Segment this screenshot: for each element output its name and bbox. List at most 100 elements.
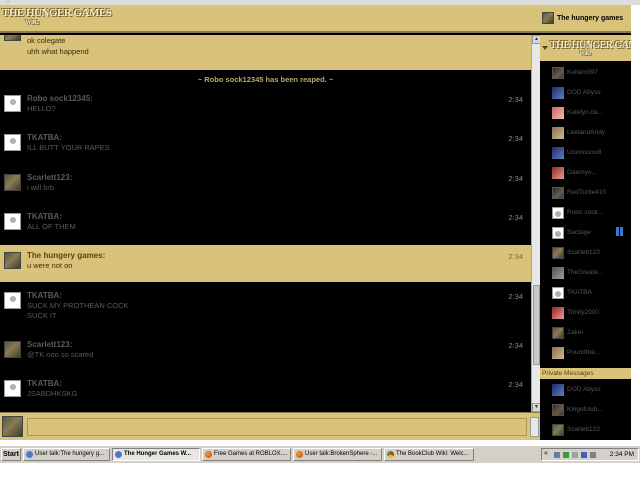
sidebar-user-name: Scarlett123 <box>567 249 600 256</box>
message-timestamp: 2:34 <box>508 213 523 222</box>
chat-input[interactable] <box>27 418 527 436</box>
tray-expand-icon[interactable]: « <box>544 450 548 457</box>
user-avatar[interactable] <box>4 380 21 397</box>
self-avatar <box>2 416 23 437</box>
message-author[interactable]: Scarlett123: <box>27 340 72 349</box>
update-icon[interactable] <box>581 452 587 458</box>
user-avatar[interactable] <box>4 252 21 269</box>
message-text: uhh what happend <box>27 47 89 56</box>
collapse-triangle-icon[interactable] <box>542 46 548 50</box>
private-message-user[interactable]: Kingofclub... <box>552 404 631 418</box>
sidebar-user[interactable]: Zakei <box>552 327 631 341</box>
system-tray: « 2:34 PM <box>541 448 639 461</box>
private-messages-header[interactable]: Private Messages <box>540 368 631 379</box>
chat-header: THE HUNGER GAMES WIKI The hungery games <box>0 5 631 33</box>
volume-icon[interactable] <box>572 452 578 458</box>
user-avatar[interactable] <box>4 341 21 358</box>
sidebar-header[interactable]: THE HUNGER GAMES WIKI <box>540 35 631 61</box>
message-author[interactable]: TKATBA: <box>27 133 62 142</box>
message-timestamp: 2:34 <box>508 341 523 350</box>
status-bar-icon <box>616 227 619 236</box>
user-list-sidebar: THE HUNGER GAMES WIKI Kellam097 DOD Abyss… <box>540 35 631 440</box>
message-author[interactable]: TKATBA: <box>27 379 62 388</box>
chat-message: Robo sock12345: HELLO? 2:34 <box>0 88 531 126</box>
user-avatar[interactable] <box>4 213 21 230</box>
input-scrollbar[interactable] <box>530 417 539 437</box>
current-user[interactable]: The hungery games <box>542 12 623 24</box>
sidebar-user[interactable]: RedTurtle410 <box>552 187 631 201</box>
message-author[interactable]: Robo sock12345: <box>27 94 93 103</box>
message-author[interactable]: TKATBA: <box>27 291 62 300</box>
ie-icon <box>115 451 122 458</box>
device-icon[interactable] <box>590 452 596 458</box>
message-author[interactable]: TKATBA: <box>27 212 62 221</box>
chat-message: The hungery games: u were not on 2:34 <box>0 245 531 282</box>
message-timestamp: 2:34 <box>508 292 523 301</box>
user-avatar <box>552 307 564 319</box>
wiki-logo-title: THE HUNGER GAMES <box>2 7 112 19</box>
message-text: ALL OF THEM <box>27 222 76 231</box>
message-timestamp: 2:34 <box>508 380 523 389</box>
user-avatar <box>552 424 564 436</box>
user-avatar[interactable] <box>4 292 21 309</box>
message-text: JSABDHKSKG <box>27 389 78 398</box>
wiki-logo[interactable]: THE HUNGER GAMES WIKI <box>2 7 112 28</box>
sidebar-user[interactable]: Kellam097 <box>552 67 631 81</box>
sidebar-user-name: Sactage <box>567 229 591 236</box>
clock[interactable]: 2:34 PM <box>610 451 634 458</box>
start-button[interactable]: Start <box>1 448 21 461</box>
message-text: ILL BUTT YOUR RAPES <box>27 143 110 152</box>
private-user-name: Scarlett123 <box>567 426 600 433</box>
sidebar-user-name: Kellam097 <box>567 69 598 76</box>
taskbar-item[interactable]: Free Games at ROBLOX.... <box>202 448 291 461</box>
message-author[interactable]: Scarlett123: <box>27 173 72 182</box>
sidebar-user[interactable]: TheGreate... <box>552 267 631 281</box>
sidebar-user-name: LeelandAndy <box>567 129 605 136</box>
wiki-logo-subtitle: WIKI <box>25 20 39 26</box>
message-text: SUCK MY PROTHEAN COCK <box>27 301 129 310</box>
user-avatar[interactable] <box>4 174 21 191</box>
taskbar-item[interactable]: User talk:The hungery g... <box>23 448 110 461</box>
user-avatar[interactable] <box>4 95 21 112</box>
user-avatar <box>552 227 564 239</box>
chat-message: Scarlett123: @TK ooo so scared 2:34 <box>0 334 531 372</box>
chat-scrollbar[interactable]: ▲ ▼ <box>531 35 541 412</box>
sidebar-user-name: Poundthe... <box>567 349 601 356</box>
system-notice: ~ Robo sock12345 has been reaped. ~ <box>197 75 334 84</box>
user-avatar <box>552 404 564 416</box>
sidebar-user[interactable]: TKATBA <box>552 287 631 301</box>
network-icon[interactable] <box>554 452 560 458</box>
message-author[interactable]: The hungery games: <box>27 251 105 260</box>
user-avatar <box>552 67 564 79</box>
user-avatar <box>552 347 564 359</box>
user-avatar[interactable] <box>4 134 21 151</box>
user-avatar <box>552 107 564 119</box>
user-avatar <box>552 247 564 259</box>
sidebar-user[interactable]: Sactage <box>552 227 631 241</box>
security-icon[interactable] <box>563 452 569 458</box>
private-message-user[interactable]: Scarlett123 <box>552 424 631 438</box>
private-message-user[interactable]: DOD Abyss <box>552 384 631 398</box>
user-avatar[interactable] <box>4 35 21 41</box>
sidebar-user-name: TheGreate... <box>567 269 604 276</box>
scroll-thumb[interactable] <box>533 285 540 365</box>
taskbar-item-label: User talk:The hungery g... <box>35 451 105 457</box>
sidebar-user[interactable]: DOD Abyss <box>552 87 631 101</box>
chat-message: TKATBA: ALL OF THEM 2:34 <box>0 206 531 244</box>
sidebar-user[interactable]: Scarlett123 <box>552 247 631 261</box>
sidebar-user[interactable]: Gaemyo... <box>552 167 631 181</box>
status-bar-icon <box>620 227 623 236</box>
sidebar-user[interactable]: Uxxxxxxxx8 <box>552 147 631 161</box>
current-user-avatar <box>542 12 554 24</box>
sidebar-user[interactable]: Trinity2000 <box>552 307 631 321</box>
sidebar-user[interactable]: Poundthe... <box>552 347 631 361</box>
taskbar-item-label: The BookClub Wiki: Welc... <box>396 451 469 457</box>
chat-app-window: THE HUNGER GAMES WIKI The hungery games … <box>0 5 631 440</box>
taskbar-item[interactable]: The Hunger Games W... <box>112 448 200 461</box>
sidebar-user[interactable]: Katelyn.da... <box>552 107 631 121</box>
message-text: u were not on <box>27 261 73 270</box>
taskbar-item[interactable]: The BookClub Wiki: Welc... <box>384 448 474 461</box>
taskbar-item[interactable]: User talk:BrokenSphere -... <box>293 448 382 461</box>
sidebar-user[interactable]: Robo sock... <box>552 207 631 221</box>
sidebar-user[interactable]: LeelandAndy <box>552 127 631 141</box>
